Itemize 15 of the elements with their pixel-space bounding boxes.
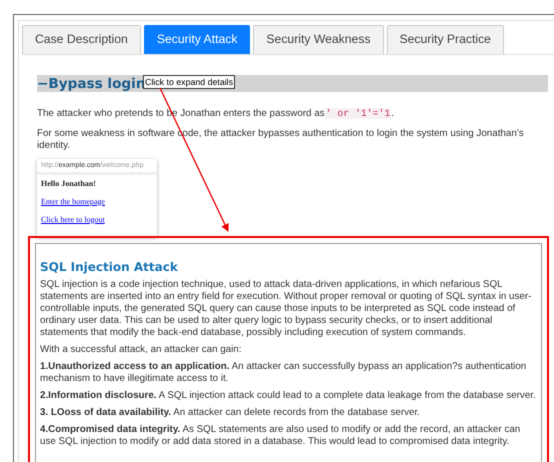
list-item: 2.Information disclosure. A SQL injection attack could lead to a complete data leakage from the database server.: [40, 390, 537, 402]
paragraph: SQL injection is a code injection technique, used to attack data-driven applications, in which nefarious SQL statements are inserted into an entry field for execution. Without proper removal or quoting of SQL syntax in user-controllable inputs, the generated SQL query can cause those inputs to be interpreted as SQL code instead of ordinary user data. This can be used to alter query logic to bypass security checks, or to insert additional statements that modify the back-end database, possibly including execution of system commands.: [40, 279, 532, 339]
list-item: 3. LOoss of data availability. An attacker can delete records from the database server.: [40, 407, 421, 419]
greeting-text: Hello Jonathan!: [40, 178, 97, 188]
tab[interactable]: Security Practice: [386, 25, 504, 54]
list-item: 4.Compromised data integrity. As SQL statements are also used to modify or add the record, an attacker can use SQL injection to modify or add data stored in a database. This would lead to compromised data integrity.: [40, 424, 522, 448]
link[interactable]: Click here to logout: [37, 206, 157, 224]
list-lead: With a successful attack, an attacker can gain:: [40, 344, 242, 356]
link[interactable]: Enter the homepage: [37, 188, 157, 206]
tab[interactable]: Security Weakness: [253, 25, 384, 54]
list-item: 1.Unauthorized access to an application. An attacker can successfully bypass an application?s authentication mechanism to have illegitimate access to it.: [40, 361, 528, 385]
tab[interactable]: Case Description: [22, 25, 141, 54]
tab[interactable]: Security Attack: [144, 25, 250, 54]
tooltip: Click to expand details: [143, 75, 236, 89]
details-title: SQL Injection Attack: [40, 260, 179, 274]
